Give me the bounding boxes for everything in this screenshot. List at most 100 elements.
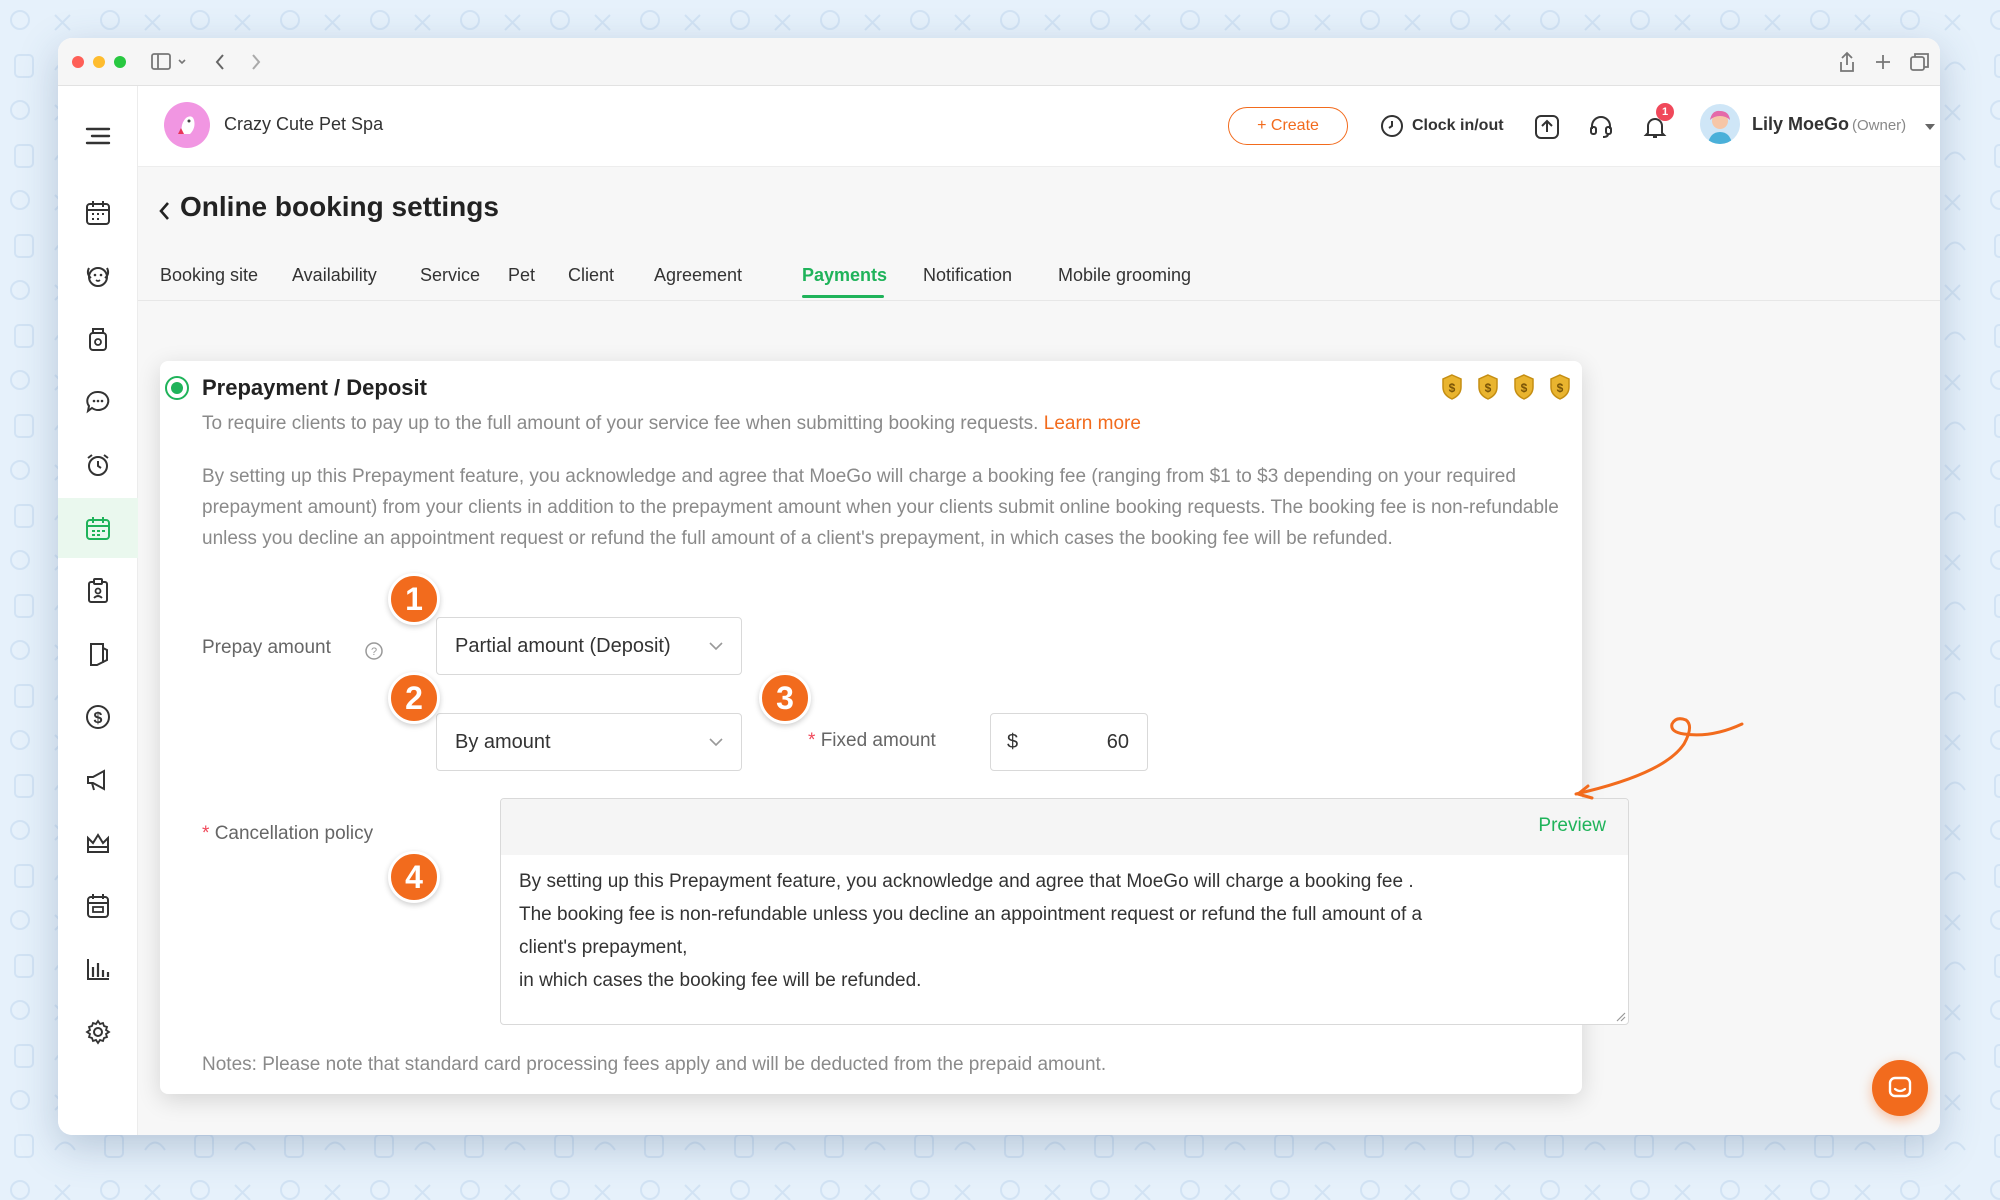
svg-text:?: ? <box>371 646 377 658</box>
currency-symbol: $ <box>1007 730 1019 753</box>
cancellation-policy-text[interactable]: By setting up this Prepayment feature, y… <box>501 855 1628 1007</box>
cancellation-policy-editor[interactable]: Preview By setting up this Prepayment fe… <box>500 798 1629 1025</box>
chat-bubble-icon <box>1888 1076 1912 1098</box>
fixed-amount-label-text: Fixed amount <box>820 730 936 751</box>
online-booking-icon <box>86 517 110 540</box>
deposit-type-select[interactable]: By amount <box>436 713 742 771</box>
browser-titlebar <box>58 38 1940 86</box>
grooming-icon <box>89 328 107 351</box>
create-button[interactable]: + Create <box>1228 107 1348 145</box>
sidebar-item-reminders[interactable] <box>58 435 138 495</box>
tab-client[interactable]: Client <box>568 265 614 286</box>
support-headset-icon[interactable] <box>1588 114 1614 140</box>
tab-booking-site[interactable]: Booking site <box>160 265 258 286</box>
business-logo-icon <box>178 116 195 134</box>
window-controls <box>72 55 126 68</box>
user-avatar[interactable] <box>1700 104 1740 144</box>
share-icon[interactable] <box>1836 50 1858 74</box>
sidebar-item-agreements[interactable] <box>58 561 138 621</box>
prepayment-title: Prepayment / Deposit <box>202 375 427 400</box>
prepay-amount-value: Partial amount (Deposit) <box>455 634 671 657</box>
chevron-down-icon <box>709 642 723 651</box>
svg-text:$: $ <box>1485 381 1492 395</box>
clock-in-out-button[interactable]: Clock in/out <box>1412 117 1504 135</box>
policy-line: The booking fee is non-refundable unless… <box>519 904 1423 925</box>
tab-notification[interactable]: Notification <box>923 265 1012 286</box>
tab-mobile-grooming[interactable]: Mobile grooming <box>1058 265 1191 286</box>
sidebar-toggle-icon[interactable] <box>150 50 190 74</box>
membership-icon <box>87 833 109 853</box>
processing-fee-notes: Notes: Please note that standard card pr… <box>202 1054 1107 1075</box>
step-marker-4: 4 <box>388 851 440 903</box>
preview-button[interactable]: Preview <box>1538 815 1606 837</box>
business-name[interactable]: Crazy Cute Pet Spa <box>224 114 383 135</box>
user-name[interactable]: Lily MoeGo <box>1752 114 1849 135</box>
clock-icon <box>1381 115 1403 137</box>
avatar-illustration-icon <box>1708 110 1732 144</box>
maximize-window-button[interactable] <box>114 55 126 68</box>
notification-count-badge: 1 <box>1656 103 1674 121</box>
chat-icon <box>86 390 110 414</box>
sidebar-item-schedule[interactable] <box>58 876 138 936</box>
preview-pointer-arrow <box>1574 717 1744 800</box>
sidebar-item-reports[interactable] <box>58 939 138 999</box>
sidebar-item-messages[interactable] <box>58 372 138 432</box>
required-asterisk: * <box>808 730 816 751</box>
policy-line: client's prepayment, <box>519 937 688 958</box>
prepayment-radio-selected[interactable] <box>164 375 190 401</box>
user-menu-caret-icon[interactable] <box>1924 122 1936 132</box>
sidebar-item-pets[interactable] <box>58 246 138 306</box>
tabs-divider <box>138 300 1940 301</box>
tab-service[interactable]: Service <box>420 265 480 286</box>
prepayment-description: To require clients to pay up to the full… <box>202 413 1562 435</box>
retail-icon <box>90 643 108 666</box>
chat-launcher-button[interactable] <box>1872 1060 1928 1116</box>
tab-payments[interactable]: Payments <box>802 265 887 286</box>
deposit-type-value: By amount <box>455 730 551 753</box>
tab-availability[interactable]: Availability <box>292 265 377 286</box>
forward-icon[interactable] <box>248 50 264 74</box>
reports-calendar-icon <box>87 894 109 918</box>
upload-icon[interactable] <box>1534 114 1560 140</box>
sidebar-menu-toggle[interactable] <box>58 106 138 166</box>
sidebar-item-membership[interactable] <box>58 813 138 873</box>
step-marker-1: 1 <box>388 573 440 625</box>
help-icon[interactable]: ? <box>364 641 384 661</box>
shield-dollar-icon: $ <box>1550 374 1570 400</box>
clipboard-icon <box>88 578 108 603</box>
close-window-button[interactable] <box>72 55 84 68</box>
sidebar-item-marketing[interactable] <box>58 750 138 810</box>
fixed-amount-value: 60 <box>1106 730 1129 753</box>
business-logo[interactable] <box>164 102 210 148</box>
back-icon[interactable] <box>212 50 228 74</box>
new-tab-icon[interactable] <box>1872 50 1894 74</box>
sidebar-item-grooming[interactable] <box>58 309 138 369</box>
tab-pet[interactable]: Pet <box>508 265 535 286</box>
tab-overview-icon[interactable] <box>1908 50 1930 74</box>
cancellation-policy-label-text: Cancellation policy <box>214 823 374 844</box>
settings-icon <box>85 1019 111 1045</box>
reports-chart-icon <box>87 959 110 980</box>
prepayment-disclaimer: By setting up this Prepayment feature, y… <box>202 466 1559 549</box>
marketing-icon <box>87 769 105 791</box>
minimize-window-button[interactable] <box>93 55 105 68</box>
shield-dollar-icon: $ <box>1478 374 1498 400</box>
sidebar-item-calendar[interactable] <box>58 183 138 243</box>
menu-icon <box>85 127 111 145</box>
sidebar-item-settings[interactable] <box>58 1002 138 1062</box>
sidebar-item-online-booking[interactable] <box>58 498 138 558</box>
prepay-amount-select[interactable]: Partial amount (Deposit) <box>436 617 742 675</box>
fixed-amount-input[interactable]: $ 60 <box>990 713 1148 771</box>
required-asterisk: * <box>202 823 210 844</box>
sidebar-item-payments[interactable]: $ <box>58 687 138 747</box>
main-content: Online booking settings Booking site Ava… <box>138 167 1940 1135</box>
resize-handle-icon[interactable] <box>1614 1010 1626 1022</box>
top-header: Crazy Cute Pet Spa + Create Clock in/out… <box>138 86 1940 167</box>
payment-icon: $ <box>86 705 110 729</box>
learn-more-link[interactable]: Learn more <box>1044 413 1141 434</box>
sidebar-item-retail[interactable] <box>58 624 138 684</box>
step-marker-3: 3 <box>759 672 811 724</box>
fixed-amount-label: * Fixed amount <box>808 730 936 752</box>
tab-agreement[interactable]: Agreement <box>654 265 742 286</box>
back-chevron-icon[interactable] <box>156 199 174 223</box>
